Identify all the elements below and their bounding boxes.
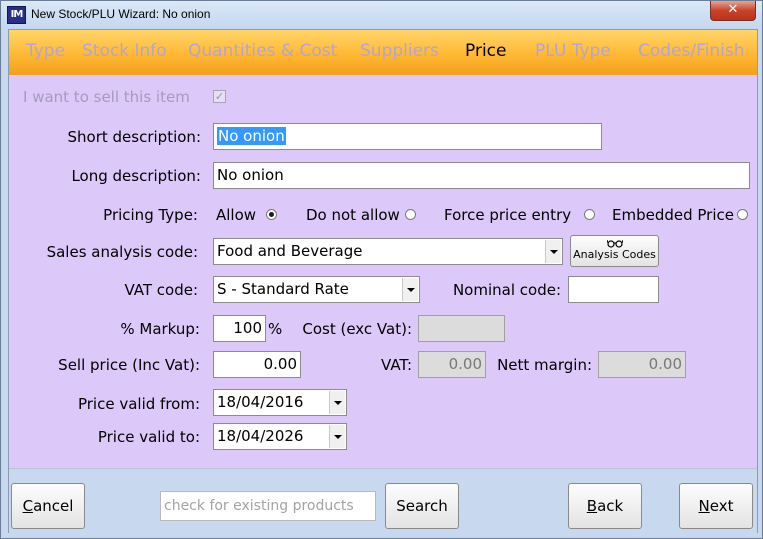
cancel-label-post: ancel [33, 497, 74, 515]
nett-margin-field: 0.00 [598, 351, 686, 378]
nett-margin-label: Nett margin: [497, 356, 592, 374]
tab-stock-info[interactable]: Stock Info [82, 41, 167, 61]
next-accel: N [698, 497, 710, 515]
vat-code-combo[interactable]: S - Standard Rate [213, 276, 420, 303]
search-button[interactable]: Search [385, 483, 459, 529]
next-button[interactable]: Next [679, 483, 753, 529]
tab-suppliers[interactable]: Suppliers [360, 41, 439, 61]
wizard-window: IM New Stock/PLU Wizard: No onion ✕ Type… [0, 0, 763, 539]
short-description-field[interactable]: No onion [213, 123, 602, 150]
pricing-allow-label: Allow [216, 206, 257, 224]
title-bar[interactable]: IM New Stock/PLU Wizard: No onion ✕ [1, 1, 762, 29]
cancel-button[interactable]: Cancel [11, 483, 85, 529]
wizard-body: Type Stock Info Quantities & Cost Suppli… [8, 29, 758, 533]
sell-item-checkbox[interactable]: ✓ [213, 90, 226, 103]
valid-from-field[interactable]: 18/04/2016 [213, 389, 347, 416]
markup-field[interactable]: 100 [213, 315, 266, 342]
short-description-value: No onion [217, 127, 286, 145]
chevron-down-icon[interactable] [402, 278, 418, 301]
pricing-do-not-allow-label: Do not allow [306, 206, 400, 224]
markup-unit: % [268, 320, 283, 338]
pricing-embedded-radio[interactable] [737, 209, 748, 220]
close-button[interactable]: ✕ [710, 1, 756, 21]
wizard-steps: Type Stock Info Quantities & Cost Suppli… [9, 30, 757, 75]
cost-field [418, 315, 505, 342]
wizard-footer: Cancel check for existing products Searc… [9, 468, 757, 533]
cost-label: Cost (exc Vat): [302, 320, 412, 338]
vat-field: 0.00 [418, 351, 486, 378]
sell-price-field[interactable]: 0.00 [213, 351, 301, 378]
pricing-force-entry-radio[interactable] [584, 209, 595, 220]
long-description-field[interactable]: No onion [213, 162, 750, 189]
vat-code-value: S - Standard Rate [217, 280, 349, 298]
tab-type[interactable]: Type [26, 41, 65, 61]
pricing-allow-radio[interactable] [266, 209, 277, 220]
sell-item-label: I want to sell this item [23, 88, 190, 106]
sales-analysis-label: Sales analysis code: [46, 243, 198, 261]
vat-label: VAT: [381, 356, 412, 374]
tab-quantities-cost[interactable]: Quantities & Cost [188, 41, 337, 61]
valid-to-label: Price valid to: [97, 428, 200, 446]
app-icon: IM [7, 6, 26, 24]
valid-to-field[interactable]: 18/04/2026 [213, 423, 347, 450]
tab-codes-finish[interactable]: Codes/Finish [638, 41, 745, 61]
back-button[interactable]: Back [568, 483, 642, 529]
nominal-code-field[interactable] [568, 276, 659, 303]
pricing-do-not-allow-radio[interactable] [405, 209, 416, 220]
sales-analysis-value: Food and Beverage [217, 242, 363, 260]
short-description-label: Short description: [67, 128, 201, 146]
tab-plu-type[interactable]: PLU Type [535, 41, 611, 61]
vat-code-label: VAT code: [124, 281, 198, 299]
markup-label: % Markup: [120, 320, 200, 338]
pricing-force-entry-label: Force price entry [444, 206, 572, 224]
long-description-label: Long description: [71, 167, 201, 185]
product-search-input[interactable]: check for existing products [160, 491, 376, 521]
glasses-icon [606, 239, 623, 248]
valid-from-value: 18/04/2016 [217, 393, 304, 411]
chevron-down-icon[interactable] [329, 391, 345, 414]
chevron-down-icon[interactable] [329, 425, 345, 448]
pricing-embedded-label: Embedded Price [612, 206, 734, 224]
chevron-down-icon[interactable] [545, 240, 561, 263]
cancel-accel: C [22, 497, 34, 515]
next-label-post: ext [709, 497, 734, 515]
tab-price[interactable]: Price [465, 41, 506, 61]
analysis-codes-label: Analysis Codes [573, 248, 656, 261]
nominal-code-label: Nominal code: [452, 281, 561, 299]
back-label-post: ack [597, 497, 624, 515]
window-title: New Stock/PLU Wizard: No onion [31, 7, 211, 21]
sales-analysis-combo[interactable]: Food and Beverage [213, 238, 563, 265]
analysis-codes-button[interactable]: Analysis Codes [570, 235, 659, 267]
valid-from-label: Price valid from: [77, 395, 200, 413]
pricing-type-label: Pricing Type: [103, 206, 198, 224]
valid-to-value: 18/04/2026 [217, 427, 304, 445]
back-accel: B [586, 497, 598, 515]
sell-price-label: Sell price (Inc Vat): [58, 356, 200, 374]
